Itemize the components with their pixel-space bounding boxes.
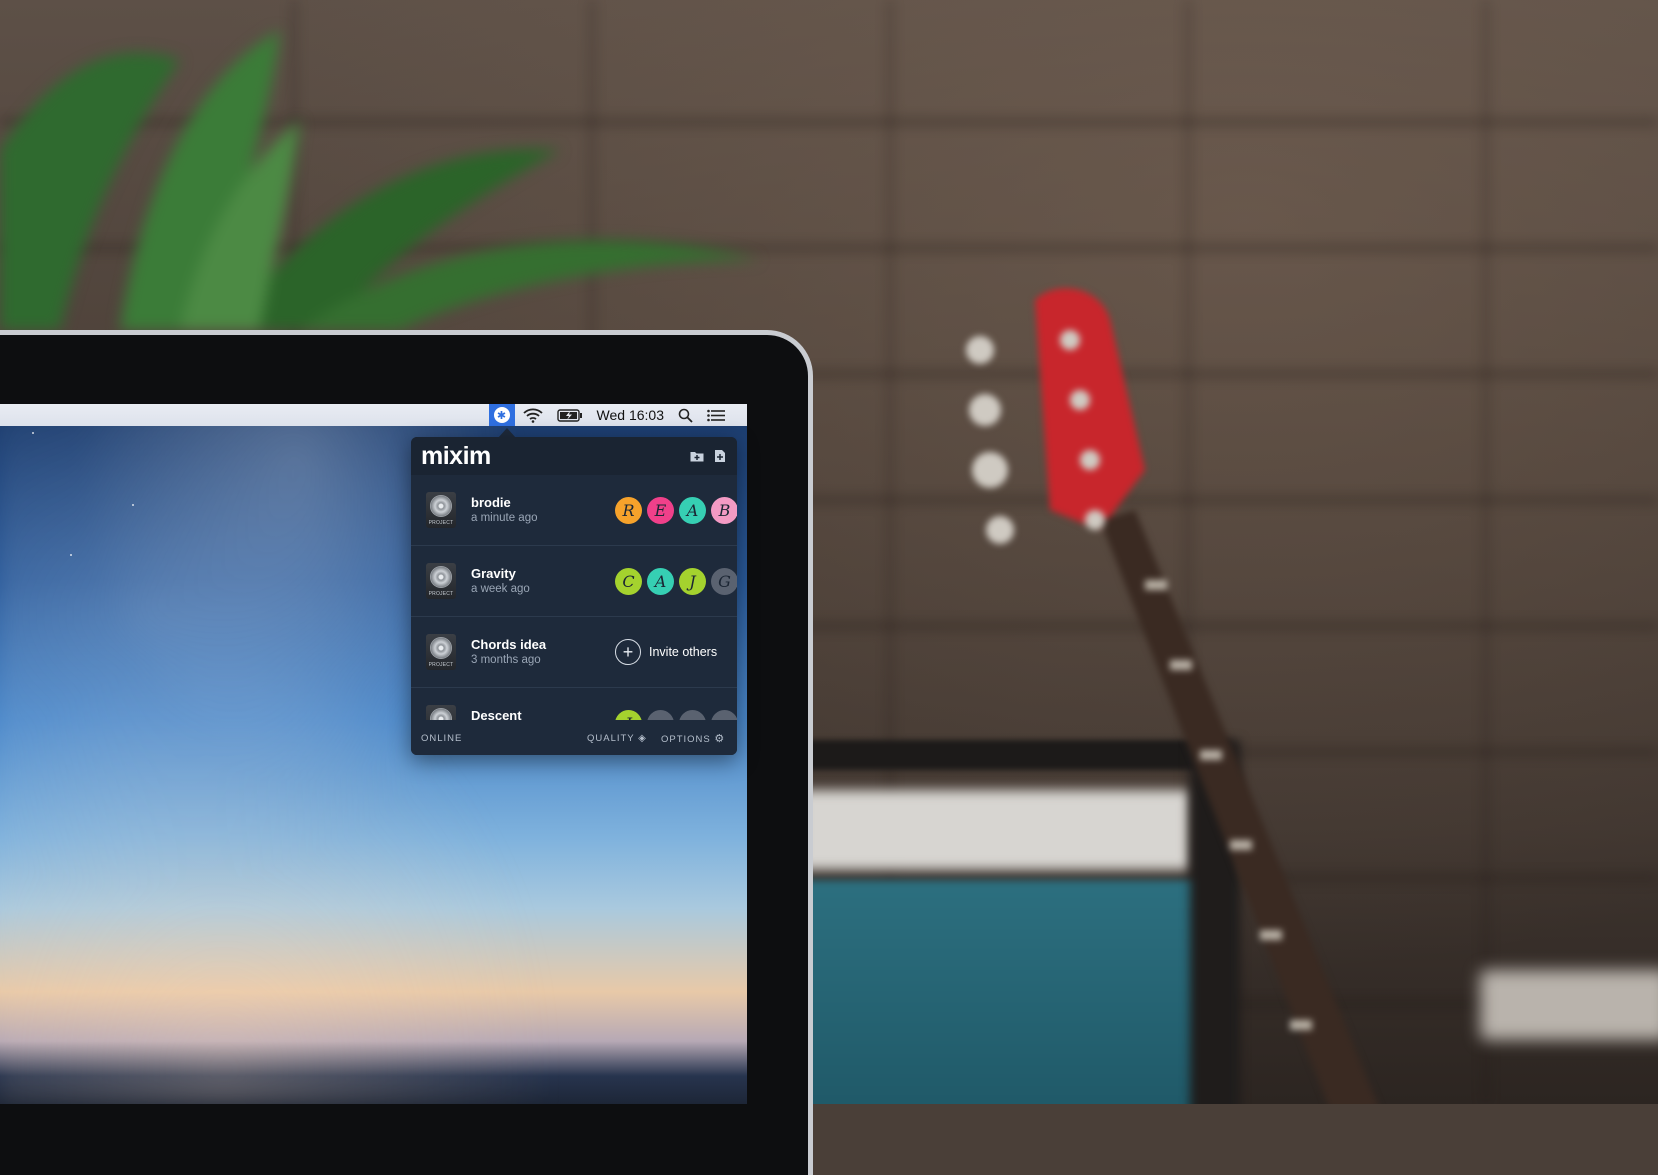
project-thumbnail: PROJECT	[426, 492, 456, 528]
avatar[interactable]: J	[615, 710, 642, 720]
project-thumbnail: PROJECT	[426, 634, 456, 670]
project-row[interactable]: PROJECT Chords idea 3 months ago + Invit…	[411, 617, 737, 688]
mixim-menu-extra[interactable]: ✱	[488, 404, 515, 426]
project-disc-icon	[430, 495, 452, 517]
avatar[interactable]: A	[647, 568, 674, 595]
avatar[interactable]	[711, 710, 737, 720]
bass-guitar	[966, 288, 1378, 1104]
spotlight-search-icon	[678, 408, 693, 423]
project-row[interactable]: PROJECT brodie a minute ago R E A B	[411, 475, 737, 546]
spotlight-menu-extra[interactable]	[678, 404, 693, 426]
avatar[interactable]	[647, 710, 674, 720]
wifi-icon	[522, 408, 543, 423]
project-name: Descent	[471, 708, 522, 720]
plus-circle-icon: +	[615, 639, 641, 665]
popover-header: mixim	[411, 437, 737, 475]
notification-center-menu-extra[interactable]	[707, 404, 725, 426]
project-time: a minute ago	[471, 512, 538, 524]
amplifier	[1480, 970, 1658, 1040]
avatar[interactable]: A	[679, 497, 706, 524]
popover-footer: ONLINE QUALITY ◈ OPTIONS ⚙	[411, 721, 737, 755]
project-name: Chords idea	[471, 637, 547, 652]
gear-icon: ⚙	[714, 732, 726, 745]
invite-label: Invite others	[649, 645, 718, 659]
avatar[interactable]: R	[615, 497, 642, 524]
invite-others-button[interactable]: + Invite others	[615, 639, 717, 665]
plant-leaves	[0, 30, 760, 330]
project-row[interactable]: PROJECT Descent J	[411, 688, 737, 720]
project-disc-icon	[430, 566, 452, 588]
avatar[interactable]: G	[711, 568, 737, 595]
avatar[interactable]	[679, 710, 706, 720]
notification-center-icon	[707, 409, 725, 421]
project-name: brodie	[471, 495, 511, 510]
collaborator-avatars: J	[615, 710, 737, 720]
status-online: ONLINE	[421, 732, 463, 744]
options-button[interactable]: OPTIONS ⚙	[661, 732, 725, 745]
mixim-logo: mixim	[421, 441, 491, 470]
quality-button[interactable]: QUALITY ◈	[587, 733, 647, 744]
avatar[interactable]: E	[647, 497, 674, 524]
wifi-menu-extra[interactable]	[522, 404, 543, 426]
project-thumbnail: PROJECT	[426, 563, 456, 599]
menu-bar: ✱ Wed 16:03	[0, 404, 747, 426]
project-time: 3 months ago	[471, 654, 541, 666]
battery-menu-extra[interactable]	[556, 404, 583, 426]
add-folder-icon[interactable]	[690, 449, 704, 463]
project-name: Gravity	[471, 566, 516, 581]
mixim-icon: ✱	[493, 407, 510, 423]
mixim-popover: mixim PROJECT brodie a minute ago R E A …	[411, 437, 737, 755]
avatar[interactable]: C	[615, 568, 642, 595]
new-project-icon[interactable]	[713, 449, 727, 463]
project-list[interactable]: PROJECT brodie a minute ago R E A B PROJ…	[411, 475, 737, 720]
avatar[interactable]: B	[711, 497, 737, 524]
project-row[interactable]: PROJECT Gravity a week ago C A J G	[411, 546, 737, 617]
battery-charging-icon	[556, 408, 582, 422]
clock[interactable]: Wed 16:03	[597, 404, 664, 426]
collaborator-avatars: R E A B	[615, 497, 737, 525]
collaborator-avatars: C A J G	[615, 568, 737, 596]
project-disc-icon	[430, 637, 452, 659]
project-disc-icon	[430, 708, 452, 720]
quality-diamond-icon: ◈	[638, 732, 647, 744]
project-time: a week ago	[471, 583, 530, 595]
avatar[interactable]: J	[679, 568, 706, 595]
project-thumbnail: PROJECT	[426, 705, 456, 720]
